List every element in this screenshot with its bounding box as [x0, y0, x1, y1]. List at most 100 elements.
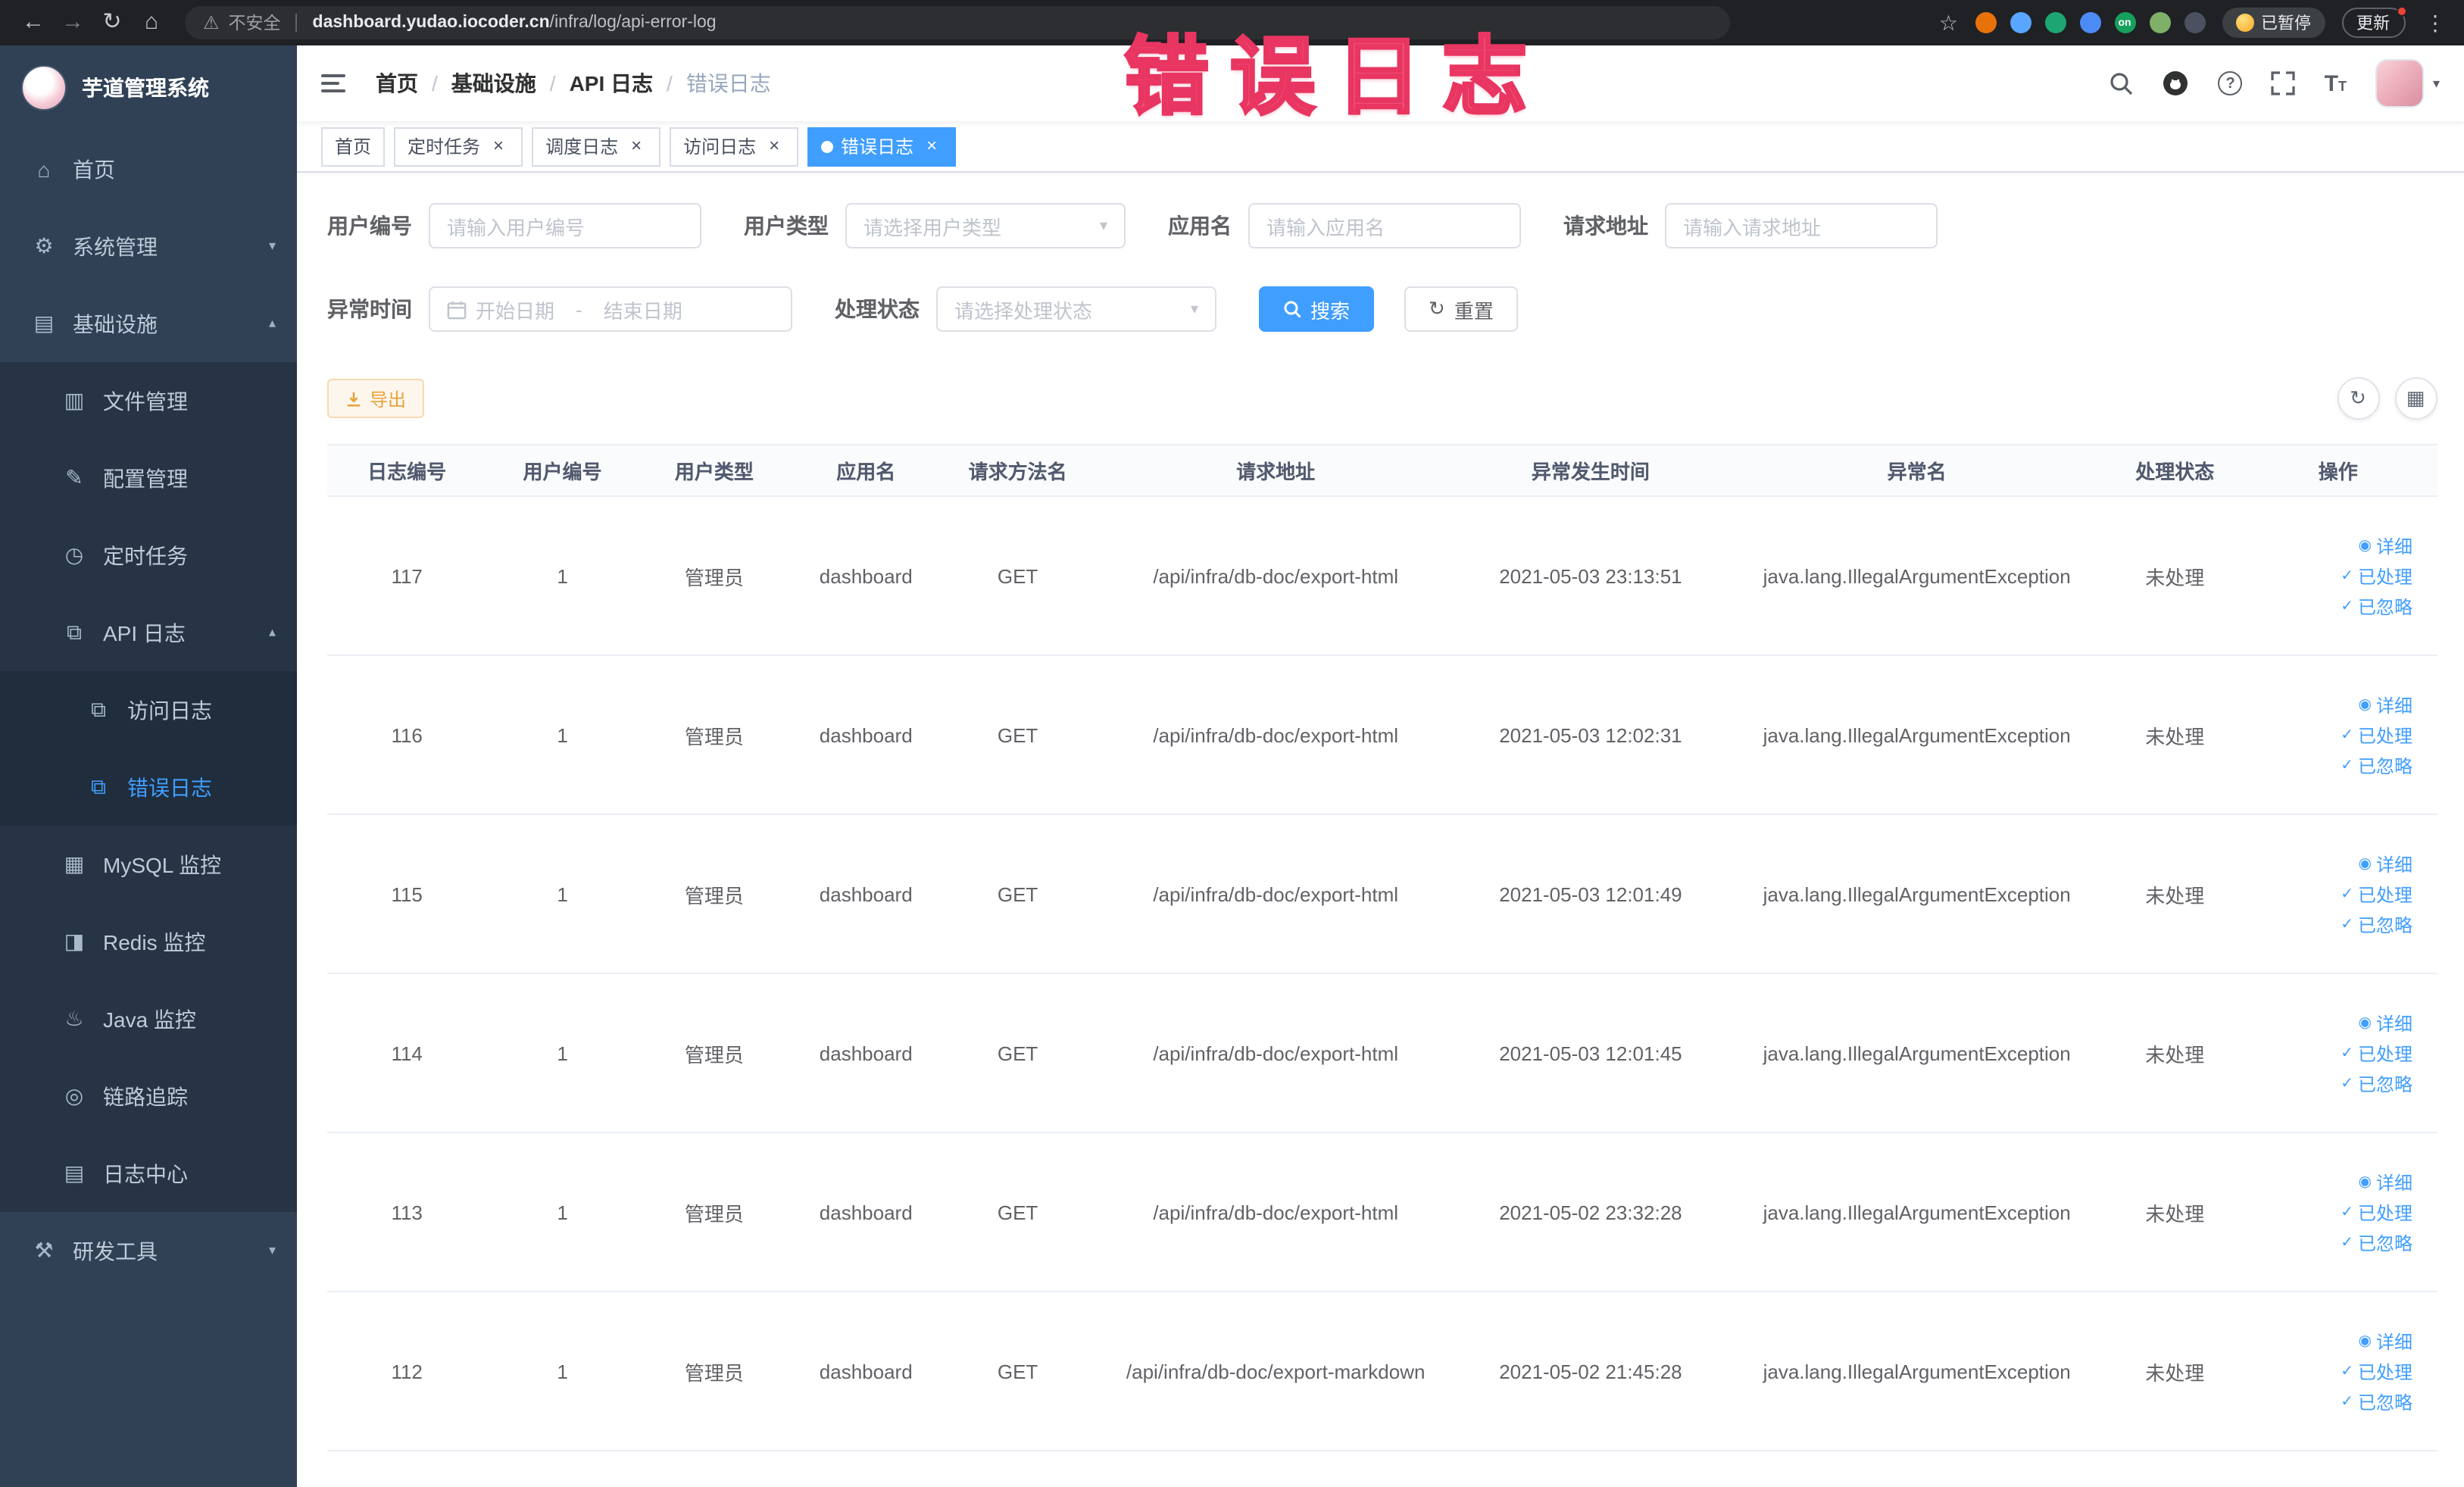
table-header-row: 日志编号 用户编号 用户类型 应用名 请求方法名 请求地址 异常发生时间 异常名 处理状态 操作	[327, 444, 2437, 497]
sidebar-item-home[interactable]: ⌂ 首页	[0, 130, 297, 208]
tab-access-log[interactable]: 访问日志 ×	[670, 127, 799, 166]
action-processed-link[interactable]: ✓ 已处理	[2341, 1040, 2412, 1066]
extension-blue-grid[interactable]	[2079, 12, 2100, 33]
mysql-monitor-icon: ▦	[64, 851, 85, 876]
extension-green-circle[interactable]	[2044, 12, 2066, 33]
tab-job-log[interactable]: 调度日志 ×	[532, 127, 661, 166]
action-label: 已处理	[2357, 725, 2412, 746]
action-ignored-link[interactable]: ✓ 已忽略	[2341, 593, 2412, 619]
action-ignored-link[interactable]: ✓ 已忽略	[2341, 911, 2412, 937]
chevron-up-icon: ▴	[268, 315, 276, 330]
sidebar-item-dev-tools[interactable]: ⚒ 研发工具 ▾	[0, 1212, 297, 1289]
paused-badge[interactable]: 已暂停	[2222, 8, 2325, 38]
search-button[interactable]: 搜索	[1259, 286, 1375, 332]
action-processed-link[interactable]: ✓ 已处理	[2341, 881, 2412, 907]
sidebar-item-file-mgmt[interactable]: ▥ 文件管理	[0, 362, 297, 439]
action-ignored-link[interactable]: ✓ 已忽略	[2341, 1389, 2412, 1414]
request-url-cell: /api/infra/db-doc/export-html	[1093, 655, 1458, 815]
sidebar-item-label: API 日志	[103, 620, 186, 645]
action-detail-link[interactable]: ◉ 详细	[2359, 533, 2413, 558]
close-tab-icon[interactable]: ×	[488, 135, 509, 157]
not-secure-warning-icon: ⚠	[203, 12, 220, 33]
sidebar-item-trace[interactable]: ◎ 链路追踪	[0, 1057, 297, 1135]
breadcrumb-item[interactable]: 基础设施	[451, 68, 536, 98]
extension-dark-puzzle[interactable]	[2184, 12, 2205, 33]
action-processed-link[interactable]: ✓ 已处理	[2341, 722, 2412, 748]
font-size-icon[interactable]: TT	[2325, 72, 2347, 95]
extension-on-badge[interactable]: on	[2114, 12, 2135, 33]
action-processed-link[interactable]: ✓ 已处理	[2341, 1199, 2412, 1225]
user-avatar-menu[interactable]: ▾	[2375, 59, 2440, 108]
fullscreen-icon[interactable]	[2271, 71, 2296, 95]
column-header[interactable]: 请求地址	[1093, 444, 1458, 497]
user-type-select[interactable]: 请选择用户类型 ▾	[845, 203, 1126, 248]
extension-water-drop[interactable]	[2010, 12, 2031, 33]
action-detail-link[interactable]: ◉ 详细	[2359, 851, 2413, 876]
column-header[interactable]: 异常发生时间	[1457, 444, 1724, 497]
column-header[interactable]: 用户类型	[638, 444, 791, 497]
sidebar-item-api-log[interactable]: ⧉ API 日志 ▴	[0, 594, 297, 671]
reset-button[interactable]: ↻ 重置	[1404, 286, 1518, 332]
close-tab-icon[interactable]: ×	[764, 135, 785, 157]
reload-icon[interactable]: ↻	[94, 5, 130, 41]
export-button[interactable]: 导出	[327, 379, 425, 418]
refresh-table-button[interactable]: ↻	[2337, 377, 2379, 420]
column-settings-button[interactable]: ▦	[2394, 377, 2437, 420]
github-icon[interactable]	[2163, 70, 2190, 97]
sidebar-item-infrastructure[interactable]: ▤ 基础设施 ▴	[0, 285, 297, 362]
request-url-input[interactable]: 请输入请求地址	[1665, 203, 1938, 248]
column-header[interactable]: 应用名	[790, 444, 942, 497]
action-detail-link[interactable]: ◉ 详细	[2359, 692, 2413, 717]
sidebar-item-java-monitor[interactable]: ♨ Java 监控	[0, 980, 297, 1057]
sidebar-item-label: 错误日志	[127, 775, 212, 799]
app-name-input[interactable]: 请输入应用名	[1248, 203, 1521, 248]
help-icon[interactable]: ?	[2218, 71, 2243, 95]
column-header[interactable]: 请求方法名	[942, 444, 1094, 497]
search-icon[interactable]	[2110, 71, 2134, 95]
action-ignored-link[interactable]: ✓ 已忽略	[2341, 1229, 2412, 1255]
forward-icon[interactable]: →	[55, 5, 91, 41]
breadcrumb-item[interactable]: 错误日志	[686, 68, 771, 98]
action-ignored-link[interactable]: ✓ 已忽略	[2341, 1070, 2412, 1096]
sidebar-item-system-mgmt[interactable]: ⚙ 系统管理 ▾	[0, 208, 297, 285]
close-tab-icon[interactable]: ×	[921, 135, 942, 157]
action-processed-link[interactable]: ✓ 已处理	[2341, 1358, 2412, 1384]
hamburger-icon[interactable]	[321, 68, 351, 98]
action-ignored-link[interactable]: ✓ 已忽略	[2341, 752, 2412, 778]
tab-home[interactable]: 首页	[321, 127, 386, 166]
column-header[interactable]: 操作	[2239, 444, 2437, 497]
action-processed-link[interactable]: ✓ 已处理	[2341, 563, 2412, 589]
breadcrumb-item[interactable]: 首页	[376, 68, 418, 98]
tab-scheduled-jobs[interactable]: 定时任务 ×	[394, 127, 523, 166]
table-row: 114 1 管理员 dashboard GET/api/infra/db-doc/exp…	[327, 973, 2437, 1133]
bookmark-star-icon[interactable]: ☆	[1939, 10, 1958, 36]
sidebar-item-redis-monitor[interactable]: ◨ Redis 监控	[0, 903, 297, 980]
extension-leaf[interactable]	[2149, 12, 2170, 33]
sidebar-item-scheduled-jobs[interactable]: ◷ 定时任务	[0, 517, 297, 594]
column-header[interactable]: 处理状态	[2110, 444, 2240, 497]
back-icon[interactable]: ←	[15, 5, 52, 41]
process-status-select[interactable]: 请选择处理状态 ▾	[936, 286, 1216, 332]
sidebar-item-error-log[interactable]: ⧉ 错误日志	[0, 748, 297, 826]
sidebar-item-access-log[interactable]: ⧉ 访问日志	[0, 671, 297, 748]
user-id-input[interactable]: 请输入用户编号	[429, 203, 701, 248]
sidebar-item-config-mgmt[interactable]: ✎ 配置管理	[0, 439, 297, 517]
column-header[interactable]: 异常名	[1723, 444, 2111, 497]
action-detail-link[interactable]: ◉ 详细	[2359, 1328, 2413, 1354]
browser-menu-icon[interactable]: ⋮	[2422, 10, 2449, 36]
breadcrumb-item[interactable]: API 日志	[570, 68, 653, 98]
sidebar-item-mysql-monitor[interactable]: ▦ MySQL 监控	[0, 826, 297, 903]
action-detail-link[interactable]: ◉ 详细	[2359, 1169, 2413, 1195]
column-header[interactable]: 日志编号	[327, 444, 487, 497]
column-header[interactable]: 用户编号	[486, 444, 639, 497]
address-bar[interactable]: ⚠ 不安全 dashboard.yudao.iocoder.cn/infra/l…	[185, 6, 1730, 39]
close-tab-icon[interactable]: ×	[626, 135, 647, 157]
update-button[interactable]: 更新	[2341, 6, 2406, 38]
browser-home-icon[interactable]: ⌂	[133, 5, 170, 41]
extension-orange-circle[interactable]	[1975, 12, 1996, 33]
app-logo[interactable]: 芋道管理系统	[0, 45, 297, 130]
action-detail-link[interactable]: ◉ 详细	[2359, 1010, 2413, 1036]
sidebar-item-log-center[interactable]: ▤ 日志中心	[0, 1135, 297, 1212]
tab-error-log[interactable]: 错误日志 ×	[807, 127, 957, 166]
exception-time-range-picker[interactable]: 开始日期 - 结束日期	[429, 286, 792, 332]
